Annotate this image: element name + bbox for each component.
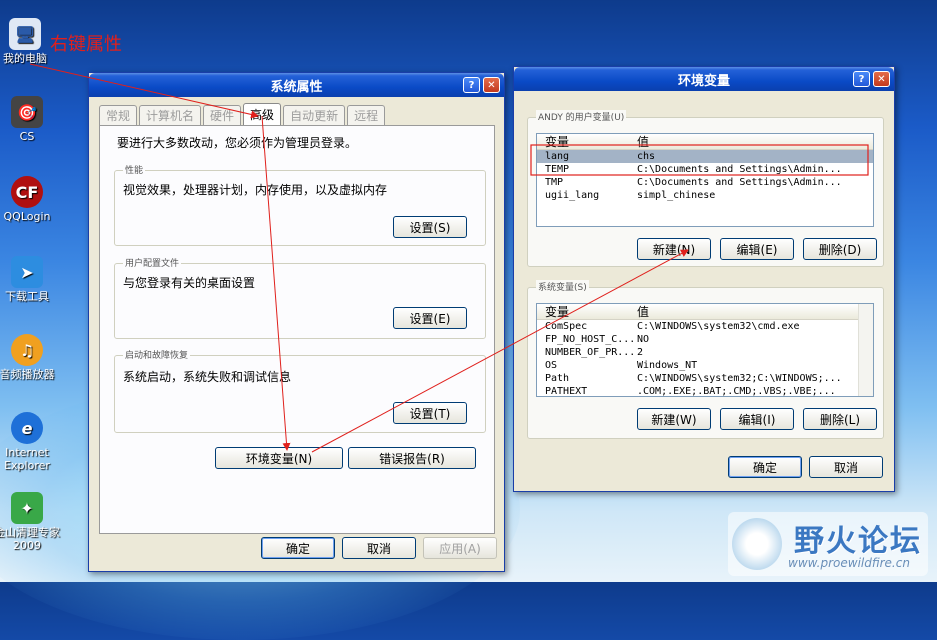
tab-computer-name[interactable]: 计算机名 — [139, 105, 202, 125]
env-ok-button[interactable]: 确定 — [728, 456, 802, 478]
window-title: 环境变量 — [677, 73, 730, 89]
desktop-icon-cs[interactable]: 🎯 CS — [0, 96, 62, 143]
list-item[interactable]: Path C:\WINDOWS\system32;C:\WINDOWS;... — [537, 372, 873, 385]
environment-variables-button[interactable]: 环境变量(N) — [215, 447, 343, 469]
crossfire-icon: CF — [11, 176, 43, 208]
desktop-icon-label: 金山清理专家2009 — [0, 526, 60, 552]
help-icon[interactable]: ? — [463, 77, 480, 93]
user-delete-button[interactable]: 删除(D) — [803, 238, 877, 260]
advanced-panel: 要进行大多数改动，您必须作为管理员登录。 性能 视觉效果，处理器计划，内存使用，… — [99, 125, 495, 534]
annotation-text: 右键属性 — [50, 34, 122, 55]
system-new-button[interactable]: 新建(W) — [637, 408, 711, 430]
environment-variables-window: 环境变量 ? ✕ ANDY 的用户变量(U) 变量 值 lang chs TEMP… — [513, 66, 895, 492]
apply-button[interactable]: 应用(A) — [423, 537, 497, 559]
tab-advanced[interactable]: 高级 — [243, 103, 282, 125]
profile-settings-button[interactable]: 设置(E) — [393, 307, 467, 329]
watermark-title: 野火论坛 — [794, 524, 922, 559]
system-delete-button[interactable]: 删除(L) — [803, 408, 877, 430]
close-icon[interactable]: ✕ — [483, 77, 500, 93]
kingsoft-cleaner-icon: ✦ — [11, 492, 43, 524]
list-item[interactable]: NUMBER_OF_PR... 2 — [537, 346, 873, 359]
desktop-icon-qqlogin[interactable]: CF QQLogin — [0, 176, 62, 223]
desktop-icon-audio-player[interactable]: ♫ 音频播放器 — [0, 334, 62, 381]
list-item[interactable]: ComSpec C:\WINDOWS\system32\cmd.exe — [537, 320, 873, 333]
system-variables-list[interactable]: 变量 值 ComSpec C:\WINDOWS\system32\cmd.exe … — [536, 303, 874, 397]
desktop-icon-kingsoft-cleaner[interactable]: ✦ 金山清理专家2009 — [0, 492, 62, 552]
desktop-icon-label: 下载工具 — [5, 290, 49, 303]
user-edit-button[interactable]: 编辑(E) — [720, 238, 794, 260]
desktop-icon-label: 音频播放器 — [0, 368, 55, 381]
list-item[interactable]: TEMP C:\Documents and Settings\Admin... — [537, 163, 873, 176]
window-title: 系统属性 — [270, 79, 323, 95]
list-item[interactable]: TMP C:\Documents and Settings\Admin... — [537, 176, 873, 189]
list-header: 变量 值 — [537, 304, 873, 320]
admin-notice: 要进行大多数改动，您必须作为管理员登录。 — [117, 136, 358, 150]
forum-watermark: 野火论坛 www.proewildfire.cn — [728, 512, 928, 576]
system-variables-group: 系统变量(S) 变量 值 ComSpec C:\WINDOWS\system32\… — [527, 280, 884, 439]
system-edit-button[interactable]: 编辑(I) — [720, 408, 794, 430]
performance-settings-button[interactable]: 设置(S) — [393, 216, 467, 238]
tab-auto-update[interactable]: 自动更新 — [283, 105, 346, 125]
watermark-url: www.proewildfire.cn — [788, 556, 910, 570]
tab-bar: 常规 计算机名 硬件 高级 自动更新 远程 — [99, 103, 386, 125]
user-variables-list[interactable]: 变量 值 lang chs TEMP C:\Documents and Settin… — [536, 133, 874, 227]
desktop-icon-label: Internet Explorer — [4, 446, 50, 472]
audio-player-icon: ♫ — [11, 334, 43, 366]
cs-icon: 🎯 — [11, 96, 43, 128]
group-label: 性能 — [123, 163, 146, 176]
tab-general[interactable]: 常规 — [99, 105, 138, 125]
close-icon[interactable]: ✕ — [873, 71, 890, 87]
watermark-logo-icon — [732, 518, 782, 570]
window-titlebar[interactable]: 环境变量 ? ✕ — [514, 67, 894, 91]
window-titlebar[interactable]: 系统属性 ? ✕ — [89, 73, 504, 97]
column-header-value[interactable]: 值 — [637, 134, 649, 150]
group-label: 用户配置文件 — [123, 256, 182, 269]
list-item[interactable]: FP_NO_HOST_C... NO — [537, 333, 873, 346]
desktop-icon-download-tool[interactable]: ➤ 下载工具 — [0, 256, 62, 303]
computer-icon: 🖥 — [9, 18, 41, 50]
download-tool-icon: ➤ — [11, 256, 43, 288]
desktop-icon-label: QQLogin — [3, 210, 51, 223]
desktop-icon-ie[interactable]: e Internet Explorer — [0, 412, 62, 472]
list-item[interactable]: PATHEXT .COM;.EXE;.BAT;.CMD;.VBS;.VBE;... — [537, 385, 873, 396]
user-new-button[interactable]: 新建(N) — [637, 238, 711, 260]
list-item[interactable]: ugii_lang simpl_chinese — [537, 189, 873, 202]
group-description: 系统启动，系统失败和调试信息 — [123, 370, 292, 384]
column-header-variable[interactable]: 变量 — [537, 304, 637, 320]
group-label: 启动和故障恢复 — [123, 348, 191, 361]
tab-remote[interactable]: 远程 — [347, 105, 386, 125]
list-header: 变量 值 — [537, 134, 873, 150]
user-variables-group: ANDY 的用户变量(U) 变量 值 lang chs TEMP C:\Docume… — [527, 110, 884, 267]
column-header-value[interactable]: 值 — [637, 304, 649, 320]
group-label: 系统变量(S) — [536, 280, 589, 293]
ok-button[interactable]: 确定 — [261, 537, 335, 559]
system-properties-window: 系统属性 ? ✕ 常规 计算机名 硬件 高级 自动更新 远程 要进行大多数改动，… — [88, 72, 505, 572]
help-icon[interactable]: ? — [853, 71, 870, 87]
startup-recovery-group: 启动和故障恢复 系统启动，系统失败和调试信息 设置(T) — [114, 348, 486, 433]
internet-explorer-icon: e — [11, 412, 43, 444]
group-description: 视觉效果，处理器计划，内存使用，以及虚拟内存 — [123, 183, 388, 197]
group-label: ANDY 的用户变量(U) — [536, 110, 627, 123]
startup-settings-button[interactable]: 设置(T) — [393, 402, 467, 424]
performance-group: 性能 视觉效果，处理器计划，内存使用，以及虚拟内存 设置(S) — [114, 163, 486, 246]
list-item[interactable]: OS Windows_NT — [537, 359, 873, 372]
user-profile-group: 用户配置文件 与您登录有关的桌面设置 设置(E) — [114, 256, 486, 339]
group-description: 与您登录有关的桌面设置 — [123, 276, 256, 290]
desktop-icon-label: CS — [19, 130, 35, 143]
error-report-button[interactable]: 错误报告(R) — [348, 447, 476, 469]
tab-hardware[interactable]: 硬件 — [203, 105, 242, 125]
vertical-scrollbar[interactable] — [858, 304, 873, 396]
list-item[interactable]: lang chs — [537, 150, 873, 163]
cancel-button[interactable]: 取消 — [342, 537, 416, 559]
column-header-variable[interactable]: 变量 — [537, 134, 637, 150]
env-cancel-button[interactable]: 取消 — [809, 456, 883, 478]
